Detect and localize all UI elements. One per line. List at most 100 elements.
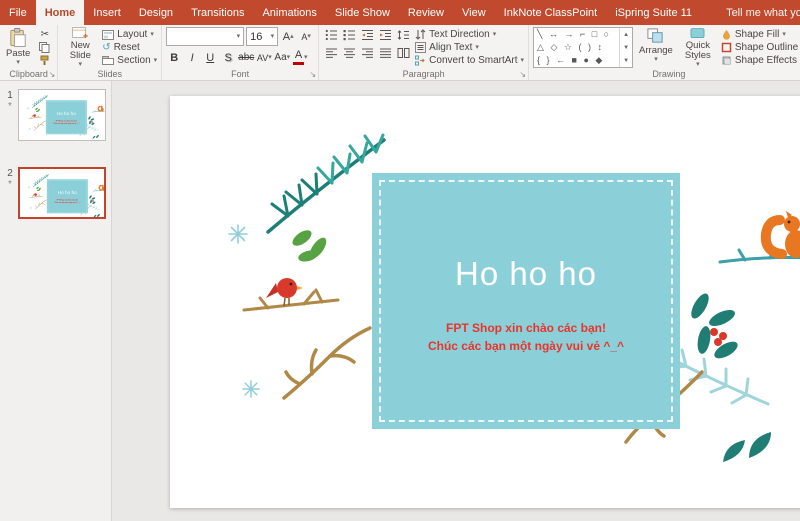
caret-icon: ▾: [150, 31, 154, 38]
font-dialog-launcher[interactable]: ↘: [309, 71, 316, 79]
character-spacing-button[interactable]: AV ▾: [256, 49, 272, 66]
tab-inknote-classpoint[interactable]: InkNote ClassPoint: [495, 0, 607, 25]
slide-thumbnails-panel: 1 * Ho ho ho FPT Shop xin chào các bạn! …: [0, 81, 112, 521]
slide-subtitle-line2[interactable]: Chúc các bạn một ngày vui vẻ ^_^: [47, 201, 88, 203]
shape-effects-button[interactable]: Shape Effects▾: [721, 54, 800, 67]
title-placeholder[interactable]: Ho ho ho FPT Shop xin chào các bạn! Chúc…: [45, 100, 87, 135]
text-direction-button[interactable]: Text Direction ▾: [415, 28, 524, 41]
editor-canvas[interactable]: Ho ho ho FPT Shop xin chào các bạn! Chúc…: [112, 81, 800, 521]
slide-editing-area[interactable]: Ho ho ho FPT Shop xin chào các bạn! Chúc…: [170, 96, 800, 508]
tab-slide-show[interactable]: Slide Show: [326, 0, 399, 25]
font-name-select[interactable]: ▾: [166, 27, 245, 46]
shapes-gallery[interactable]: ╲ ↔ → ⌐ □ ○ △ ◇ ☆ ( ) ↕ { } ← ■ ● ◆ ▲ ▼ …: [533, 27, 634, 68]
caret-icon: ▾: [78, 61, 83, 68]
shapes-row[interactable]: ╲ ↔ → ⌐ □ ○: [537, 29, 616, 40]
shapes-row[interactable]: △ ◇ ☆ ( ) ↕: [537, 42, 616, 53]
slide-meta: 2 *: [2, 167, 18, 219]
font-color-button[interactable]: A ▾: [292, 49, 308, 66]
slide-subtitle-line2[interactable]: Chúc các bạn một ngày vui vẻ ^_^: [372, 339, 680, 353]
slide-subtitle-line2[interactable]: Chúc các bạn một ngày vui vẻ ^_^: [46, 122, 87, 124]
squirrel-on-branch-icon: [92, 184, 104, 192]
line-spacing-button[interactable]: [395, 27, 411, 42]
slides-small-buttons: Layout ▾ ↺ Reset Section ▾: [102, 27, 157, 68]
change-case-button[interactable]: Aa ▾: [274, 49, 290, 66]
slide-subtitle-line1[interactable]: FPT Shop xin chào các bạn!: [372, 321, 680, 335]
underline-button[interactable]: U: [202, 49, 218, 66]
cut-button[interactable]: ✂: [36, 28, 53, 41]
section-label: Section: [117, 55, 151, 66]
columns-icon: [397, 47, 410, 58]
clipboard-dialog-launcher[interactable]: ↘: [49, 71, 56, 79]
paragraph-dialog-launcher[interactable]: ↘: [519, 71, 526, 79]
dashed-border: [379, 180, 673, 422]
shape-fill-button[interactable]: Shape Fill ▾: [721, 28, 800, 41]
paste-button[interactable]: Paste ▾: [4, 27, 32, 68]
gallery-scrollbar: ▲ ▼ ▼: [619, 28, 632, 67]
numbering-button[interactable]: [341, 27, 357, 42]
gallery-more-button[interactable]: ▼: [623, 58, 629, 64]
leaf-icon: [723, 432, 771, 462]
align-text-label: Align Text: [429, 42, 473, 53]
reset-button[interactable]: ↺ Reset: [102, 41, 157, 54]
convert-smartart-label: Convert to SmartArt: [429, 55, 518, 66]
justify-button[interactable]: [377, 45, 393, 60]
slide-title[interactable]: Ho ho ho: [47, 190, 88, 195]
bold-button[interactable]: B: [166, 49, 182, 66]
strikethrough-button[interactable]: abc: [238, 49, 254, 66]
slide-title[interactable]: Ho ho ho: [46, 111, 87, 116]
bullets-button[interactable]: [323, 27, 339, 42]
quick-styles-button[interactable]: Quick Styles ▾: [679, 27, 717, 68]
increase-indent-button[interactable]: [377, 27, 393, 42]
slide-title[interactable]: Ho ho ho: [372, 255, 680, 293]
font-color-swatch: [293, 62, 305, 65]
tell-me-search[interactable]: Tell me what you want to do: [721, 0, 800, 25]
align-center-button[interactable]: [341, 45, 357, 60]
align-left-button[interactable]: [323, 45, 339, 60]
font-size-select[interactable]: 16 ▾: [246, 27, 279, 46]
italic-button[interactable]: I: [184, 49, 200, 66]
caret-icon: ▾: [236, 33, 241, 40]
copy-button[interactable]: [36, 41, 53, 54]
layout-button[interactable]: Layout ▾: [102, 28, 157, 41]
drawing-group-label: Drawing: [652, 69, 686, 79]
increase-font-size-button[interactable]: A ▴: [280, 28, 296, 45]
align-right-button[interactable]: [359, 45, 375, 60]
caret-icon: ▾: [696, 61, 700, 68]
tab-home[interactable]: Home: [35, 0, 85, 25]
tab-animations[interactable]: Animations: [253, 0, 325, 25]
tab-review[interactable]: Review: [399, 0, 453, 25]
decrease-indent-button[interactable]: [359, 27, 375, 42]
tab-file[interactable]: File: [0, 0, 36, 25]
paste-label: Paste: [6, 48, 31, 59]
indent-icon: [379, 29, 391, 40]
squirrel-on-branch-icon: [718, 211, 800, 264]
convert-smartart-button[interactable]: Convert to SmartArt ▾: [415, 54, 524, 67]
text-shadow-button[interactable]: S: [220, 49, 236, 66]
title-placeholder[interactable]: Ho ho ho FPT Shop xin chào các bạn! Chúc…: [372, 173, 680, 429]
title-placeholder[interactable]: Ho ho ho FPT Shop xin chào các bạn! Chúc…: [46, 179, 88, 214]
layout-icon: [102, 29, 115, 40]
tab-transitions[interactable]: Transitions: [182, 0, 253, 25]
holly-leaves-icon: [292, 230, 327, 262]
shape-outline-button[interactable]: Shape Outline▾: [721, 41, 800, 54]
align-text-button[interactable]: Align Text ▾: [415, 41, 524, 54]
shapes-row[interactable]: { } ← ■ ● ◆: [537, 55, 616, 66]
format-painter-button[interactable]: [36, 54, 53, 67]
gallery-down-button[interactable]: ▼: [623, 45, 629, 51]
tab-ispring-suite[interactable]: iSpring Suite 11: [606, 0, 701, 25]
columns-button[interactable]: [395, 45, 411, 60]
align-center-icon: [343, 48, 355, 58]
arrange-button[interactable]: Arrange ▾: [637, 27, 675, 68]
slide-content: Ho ho ho FPT Shop xin chào các bạn! Chúc…: [170, 96, 800, 508]
slide-thumbnail-preview: Ho ho ho FPT Shop xin chào các bạn! Chúc…: [20, 169, 104, 217]
tab-design[interactable]: Design: [130, 0, 182, 25]
section-button[interactable]: Section ▾: [102, 54, 157, 67]
slide-thumbnail-1[interactable]: Ho ho ho FPT Shop xin chào các bạn! Chúc…: [18, 89, 106, 141]
slide-thumbnail-2-selected[interactable]: Ho ho ho FPT Shop xin chào các bạn! Chúc…: [18, 167, 106, 219]
tab-insert[interactable]: Insert: [84, 0, 130, 25]
decrease-font-size-button[interactable]: A ▾: [298, 28, 314, 45]
text-direction-label: Text Direction: [429, 29, 490, 40]
gallery-up-button[interactable]: ▲: [623, 32, 629, 38]
tab-view[interactable]: View: [453, 0, 495, 25]
new-slide-button[interactable]: New Slide ▾: [62, 27, 98, 68]
